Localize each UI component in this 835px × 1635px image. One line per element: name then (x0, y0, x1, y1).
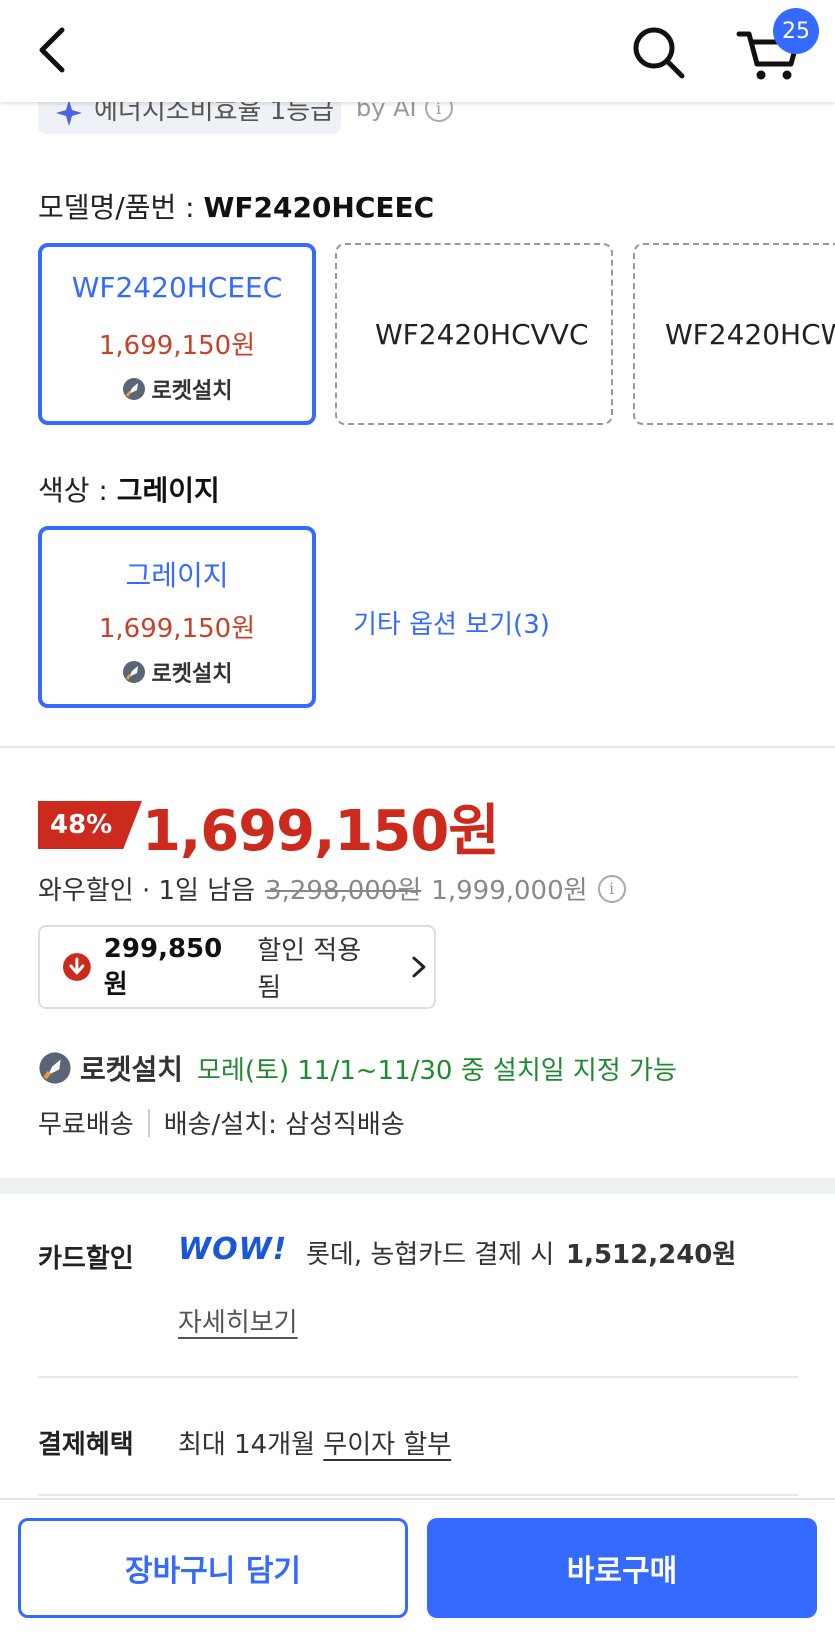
buy-now-button[interactable]: 바로구매 (427, 1518, 817, 1618)
down-arrow-icon (62, 953, 91, 981)
model-card-name: WF2420HCW (665, 317, 835, 351)
add-to-cart-button[interactable]: 장바구니 담기 (18, 1518, 408, 1618)
rocket-icon (39, 1052, 71, 1084)
rocket-install-label: 로켓설치 (80, 1053, 184, 1086)
wow-discount-line: 와우할인 · 1일 남음 3,298,000원 1,999,000원 i (38, 870, 626, 907)
list-price: 1,999,000원 (431, 876, 588, 906)
original-price-strike: 3,298,000원 (265, 876, 422, 906)
final-price: 1,699,150원 (142, 799, 500, 864)
section-gap (0, 1178, 835, 1194)
payment-benefit-text: 최대 14개월 무이자 할부 (178, 1424, 451, 1461)
shipping-line: 무료배송 배송/설치: 삼성직배송 (38, 1104, 405, 1141)
model-card-name: WF2420HCEEC (71, 271, 283, 304)
more-options-link[interactable]: 기타 옵션 보기(3) (353, 604, 550, 641)
delivery-info: 로켓설치 모레(토) 11/1~11/30 중 설치일 지정 가능 (38, 1048, 677, 1088)
color-card-selected[interactable]: 그레이지 1,699,150원 로켓설치 (38, 526, 316, 708)
installment-prefix: 최대 14개월 (178, 1430, 316, 1460)
row-divider (38, 1376, 798, 1378)
cart-count-badge: 25 (773, 8, 819, 54)
card-discount-amount: 1,512,240원 (566, 1240, 737, 1270)
rocket-install-badge: 로켓설치 (42, 656, 312, 688)
model-card-name: WF2420HCVVC (375, 317, 589, 351)
free-shipping-label: 무료배송 (38, 1110, 134, 1140)
interest-free-link[interactable]: 무이자 할부 (323, 1430, 451, 1460)
bottom-action-bar: 장바구니 담기 바로구매 (0, 1498, 835, 1635)
rocket-install-text: 로켓설치 (151, 662, 233, 687)
search-icon[interactable] (628, 22, 690, 84)
discount-badge: 48% (38, 801, 142, 849)
sparkle-icon (56, 100, 82, 126)
color-option-selected: 그레이지 (116, 474, 220, 507)
model-option-label: 모델명/품번 : WF2420HCEEC (38, 191, 435, 224)
back-arrow-icon[interactable] (30, 22, 80, 78)
row-divider (38, 1494, 798, 1496)
model-option-selected: WF2420HCEEC (203, 191, 435, 224)
card-discount-label: 카드할인 (38, 1244, 134, 1274)
coupon-amount: 299,850원 (103, 933, 223, 1000)
chevron-right-icon (412, 956, 426, 978)
coupon-label: 할인 적용됨 (257, 936, 362, 1003)
model-card-option[interactable]: WF2420HCVVC (335, 243, 613, 425)
coupon-discount-button[interactable]: 299,850원 할인 적용됨 (38, 925, 436, 1009)
card-discount-text: 롯데, 농협카드 결제 시 (306, 1240, 555, 1270)
top-nav-bar: 25 (0, 0, 835, 102)
payment-benefit-label: 결제혜택 (38, 1430, 134, 1460)
rocket-icon (122, 661, 145, 683)
model-card-price: 1,699,150원 (98, 331, 256, 361)
color-option-title: 색상 (38, 474, 90, 507)
info-icon[interactable]: i (597, 874, 626, 903)
details-link[interactable]: 자세히보기 (178, 1302, 298, 1339)
model-card-selected[interactable]: WF2420HCEEC 1,699,150원 로켓설치 (38, 243, 316, 425)
color-card-price: 1,699,150원 (98, 614, 256, 644)
rocket-install-text: 로켓설치 (151, 379, 233, 404)
wow-discount-label: 와우할인 · 1일 남음 (38, 876, 256, 906)
wow-logo: WOW! (178, 1232, 288, 1267)
section-divider (0, 746, 835, 748)
model-option-title: 모델명/품번 (38, 191, 177, 224)
delivery-date: 모레(토) 11/1~11/30 중 설치일 지정 가능 (197, 1055, 677, 1086)
shipper-label: 배송/설치: 삼성직배송 (163, 1110, 405, 1140)
divider (147, 1108, 150, 1137)
rocket-install-badge: 로켓설치 (42, 373, 312, 405)
model-card-option[interactable]: WF2420HCW (633, 243, 835, 425)
color-card-name: 그레이지 (125, 559, 229, 592)
rocket-icon (122, 378, 145, 400)
color-option-label: 색상 : 그레이지 (38, 474, 220, 507)
